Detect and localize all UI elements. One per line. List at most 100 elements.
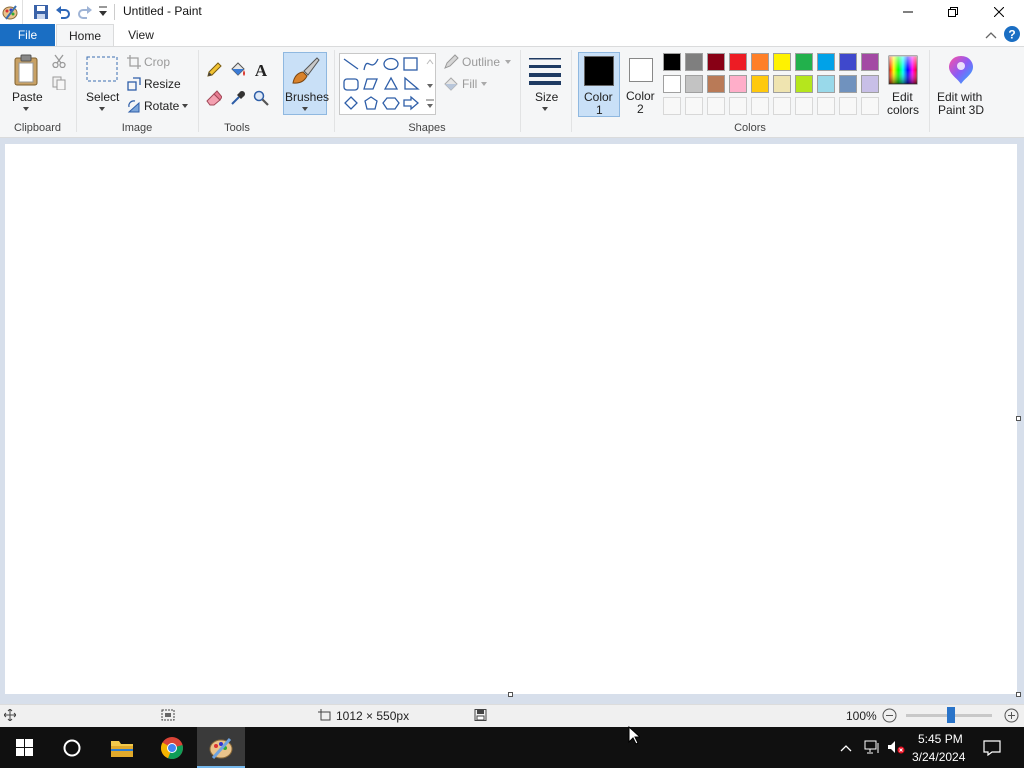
resize-button[interactable]: Resize <box>127 76 187 92</box>
redo-icon[interactable] <box>77 4 93 23</box>
palette-color-swatch[interactable] <box>707 75 725 93</box>
palette-custom-slot[interactable] <box>795 97 813 115</box>
tools-group-label: Tools <box>224 122 250 134</box>
palette-custom-slot[interactable] <box>729 97 747 115</box>
palette-color-swatch[interactable] <box>861 75 879 93</box>
text-icon[interactable]: A <box>253 61 269 82</box>
zoom-in-button[interactable] <box>1004 708 1019 726</box>
drawing-canvas[interactable] <box>5 144 1017 694</box>
crop-button[interactable]: Crop <box>127 54 187 70</box>
file-explorer-button[interactable] <box>98 727 146 768</box>
color2-swatch <box>629 58 653 82</box>
minimize-button[interactable] <box>885 0 931 24</box>
fill-button[interactable]: Fill <box>443 76 503 92</box>
paint3d-icon <box>949 56 973 84</box>
collapse-ribbon-icon[interactable] <box>985 29 997 43</box>
start-button[interactable] <box>0 727 48 768</box>
zoom-slider-thumb[interactable] <box>947 707 955 723</box>
palette-color-swatch[interactable] <box>751 53 769 71</box>
restore-button[interactable] <box>930 0 976 24</box>
palette-color-swatch[interactable] <box>773 75 791 93</box>
palette-color-swatch[interactable] <box>663 53 681 71</box>
select-label: Select <box>86 90 120 104</box>
clock-time[interactable]: 5:45 PM <box>918 732 963 746</box>
palette-color-swatch[interactable] <box>839 75 857 93</box>
chevron-down-icon <box>99 107 105 111</box>
select-button[interactable]: Select <box>82 52 122 116</box>
tab-view[interactable]: View <box>118 24 164 46</box>
resize-handle-bottom[interactable] <box>508 692 513 697</box>
palette-custom-slot[interactable] <box>817 97 835 115</box>
palette-color-swatch[interactable] <box>817 53 835 71</box>
palette-color-swatch[interactable] <box>795 53 813 71</box>
folder-icon <box>111 740 133 757</box>
paint-app-icon[interactable] <box>2 4 18 23</box>
canvas-size-icon <box>318 709 331 724</box>
palette-color-swatch[interactable] <box>729 53 747 71</box>
palette-custom-slot[interactable] <box>751 97 769 115</box>
edit-with-paint3d-button[interactable]: Edit with Paint 3D <box>934 52 988 117</box>
paint-icon <box>209 737 233 759</box>
cortana-button[interactable] <box>48 727 96 768</box>
colors-group-label: Colors <box>734 122 766 134</box>
copy-icon[interactable] <box>52 76 66 93</box>
palette-custom-slot[interactable] <box>663 97 681 115</box>
palette-color-swatch[interactable] <box>729 75 747 93</box>
palette-color-swatch[interactable] <box>861 53 879 71</box>
chevron-down-icon <box>481 82 487 86</box>
save-icon[interactable] <box>33 4 49 23</box>
undo-icon[interactable] <box>55 4 71 23</box>
color2-button[interactable]: Color 2 <box>622 52 660 117</box>
paint-taskbar-button[interactable] <box>197 727 245 768</box>
color-picker-icon[interactable] <box>230 90 246 109</box>
brushes-button[interactable]: Brushes <box>283 52 329 115</box>
rotate-button[interactable]: Rotate <box>127 98 191 114</box>
fill-icon <box>444 77 458 91</box>
outline-button[interactable]: Outline <box>443 54 517 70</box>
help-icon[interactable]: ? <box>1004 26 1020 45</box>
palette-color-swatch[interactable] <box>751 75 769 93</box>
palette-color-swatch[interactable] <box>663 75 681 93</box>
outline-pen-icon <box>444 54 459 69</box>
palette-custom-slot[interactable] <box>685 97 703 115</box>
palette-custom-slot[interactable] <box>773 97 791 115</box>
palette-color-swatch[interactable] <box>795 75 813 93</box>
palette-color-swatch[interactable] <box>773 53 791 71</box>
size-button[interactable]: Size <box>526 52 564 115</box>
svg-text:?: ? <box>1008 28 1015 42</box>
resize-handle-right[interactable] <box>1016 416 1021 421</box>
color2-label: Color <box>626 89 655 103</box>
palette-color-swatch[interactable] <box>817 75 835 93</box>
tab-file[interactable]: File <box>0 24 55 46</box>
pencil-icon[interactable] <box>206 62 222 81</box>
group-separator <box>571 50 572 132</box>
network-icon[interactable] <box>864 740 880 757</box>
chrome-button[interactable] <box>148 727 196 768</box>
fill-bucket-icon[interactable] <box>229 62 247 81</box>
palette-custom-slot[interactable] <box>861 97 879 115</box>
cut-icon[interactable] <box>52 54 66 71</box>
shapes-gallery[interactable] <box>339 53 436 115</box>
palette-color-swatch[interactable] <box>685 75 703 93</box>
window-title: Untitled - Paint <box>123 4 202 18</box>
zoom-out-button[interactable] <box>882 708 897 726</box>
notifications-icon[interactable] <box>983 740 1001 759</box>
zoom-in-icon <box>1004 708 1019 723</box>
palette-custom-slot[interactable] <box>839 97 857 115</box>
edit-colors-button[interactable]: Edit colors <box>884 52 922 117</box>
customize-qat-icon[interactable] <box>98 6 108 21</box>
close-button[interactable] <box>976 0 1022 24</box>
palette-color-swatch[interactable] <box>685 53 703 71</box>
color1-button[interactable]: Color 1 <box>578 52 620 117</box>
palette-custom-slot[interactable] <box>707 97 725 115</box>
volume-muted-icon[interactable] <box>887 740 905 757</box>
palette-color-swatch[interactable] <box>839 53 857 71</box>
eraser-icon[interactable] <box>206 90 223 109</box>
tray-chevron-up-icon[interactable] <box>840 742 852 756</box>
tab-home[interactable]: Home <box>56 24 114 46</box>
clock-date[interactable]: 3/24/2024 <box>912 750 965 764</box>
resize-handle-corner[interactable] <box>1016 692 1021 697</box>
palette-color-swatch[interactable] <box>707 53 725 71</box>
paste-button[interactable]: Paste <box>6 52 46 116</box>
magnifier-icon[interactable] <box>253 90 269 109</box>
